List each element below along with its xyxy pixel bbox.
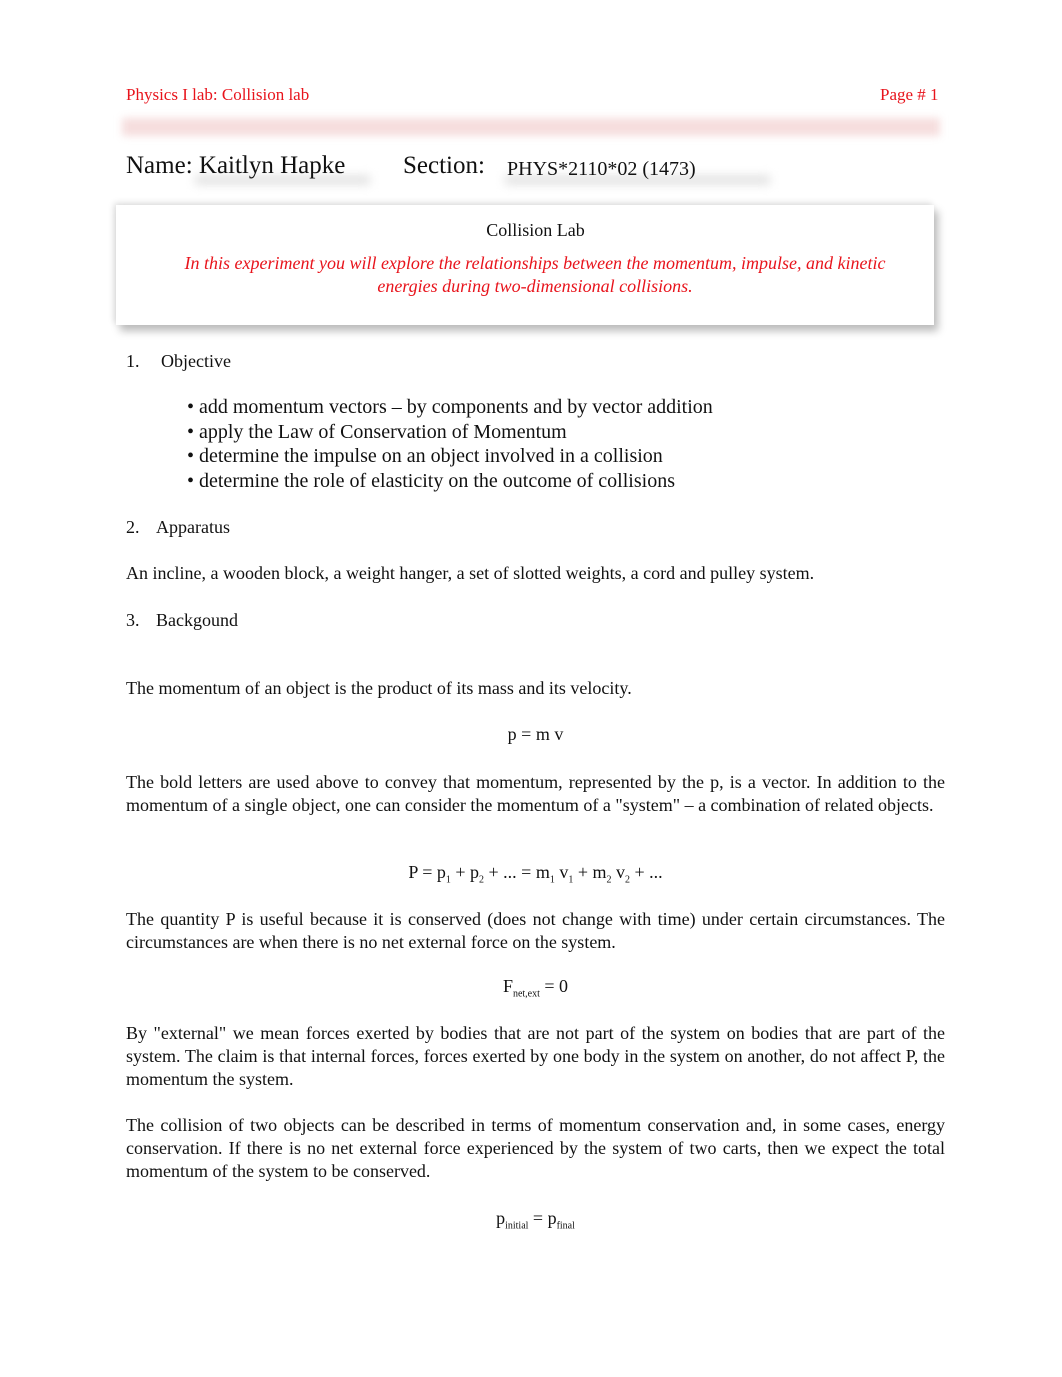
section-2-title: Apparatus (156, 517, 230, 537)
equation-momentum: p = m v (507, 724, 564, 744)
equation-system-momentum: P = p1 + p2 + ... = m1 v1 + m2 v2 + ... (408, 862, 663, 886)
objective-item: • add momentum vectors – by components a… (187, 396, 713, 418)
equation-conservation: pinitial = pfinal (496, 1208, 575, 1232)
section-label: Section: (403, 152, 485, 179)
paragraph: By "external" we mean forces exerted by … (126, 1023, 945, 1089)
objective-item: • determine the impulse on an object inv… (187, 445, 663, 467)
objective-list: • add momentum vectors – by components a… (187, 395, 713, 493)
paragraph: The momentum of an object is the product… (126, 678, 632, 698)
header-title: Physics I lab: Collision lab (126, 85, 310, 104)
lab-title: Collision Lab (486, 220, 585, 240)
student-name: Name: Kaitlyn Hapke (126, 152, 346, 179)
section-1-number: 1. (126, 351, 140, 371)
objective-item: • apply the Law of Conservation of Momen… (187, 420, 567, 443)
paragraph: The quantity P is useful because it is c… (126, 909, 945, 952)
page-number: Page # 1 (880, 85, 939, 104)
apparatus-text: An incline, a wooden block, a weight han… (126, 563, 815, 583)
section-1-title: Objective (161, 351, 231, 371)
lab-intro: In this experiment you will explore the … (184, 253, 886, 296)
paragraph: The collision of two objects can be desc… (126, 1115, 945, 1181)
document-page: Physics I lab: Collision lab Page # 1 Na… (0, 0, 1062, 1377)
header-divider (122, 118, 940, 136)
section-2-number: 2. (126, 517, 140, 537)
section-value: PHYS*2110*02 (1473) (507, 158, 696, 180)
section-3-number: 3. (126, 610, 140, 630)
equation-net-force: Fnet,ext = 0 (502, 976, 569, 1000)
paragraph: The bold letters are used above to conve… (126, 772, 945, 815)
section-3-title: Backgound (156, 610, 238, 630)
objective-item: • determine the role of elasticity on th… (187, 469, 675, 492)
